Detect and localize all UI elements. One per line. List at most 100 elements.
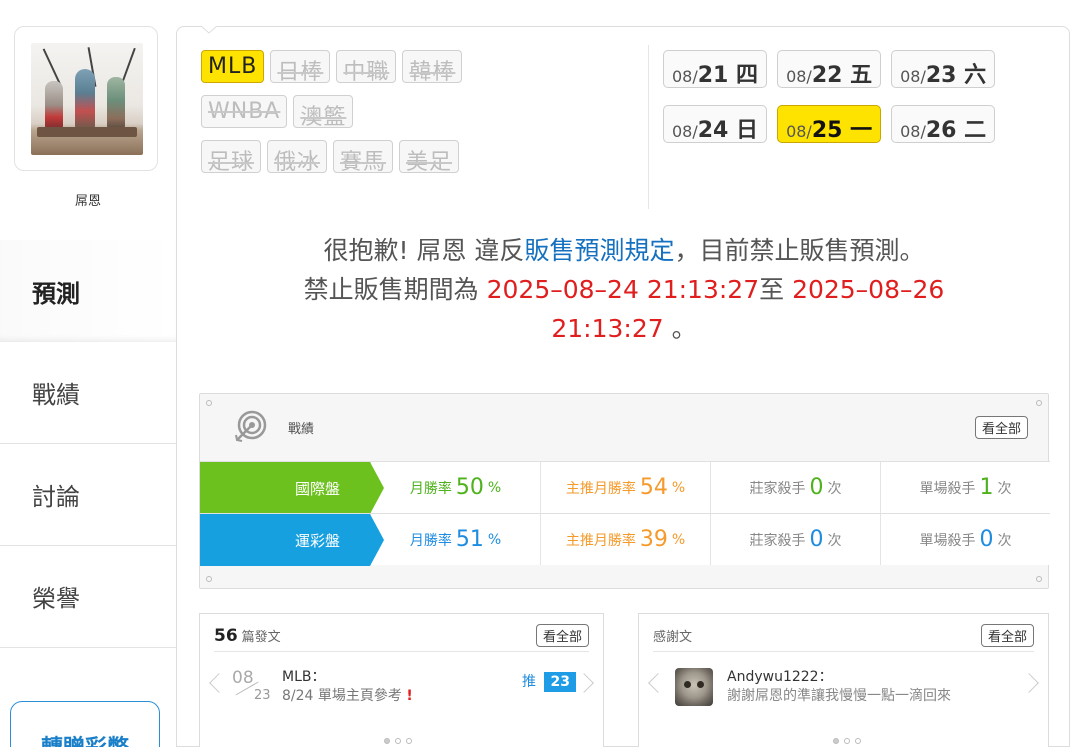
- sales-rules-link[interactable]: 販售預測規定: [524, 236, 674, 265]
- stats-panel: 戰績 看全部 國際盤 月勝率 50% 主推月勝率 54% 莊家殺手 0 次 單場殺手 1 次…: [199, 393, 1050, 589]
- date-month: 08/: [900, 67, 926, 86]
- tab-kbo[interactable]: 韓棒: [402, 50, 463, 85]
- prev-arrow-icon[interactable]: [648, 673, 668, 693]
- tab-notch-icon: [201, 26, 217, 34]
- posts-label: 篇發文: [241, 630, 281, 645]
- divider: [648, 45, 649, 209]
- cell-value: 0: [979, 527, 994, 552]
- date-weekday: 日: [736, 118, 759, 143]
- next-arrow-icon[interactable]: [574, 673, 594, 693]
- profile-page: 屌恩 預測 戰績 討論 榮譽 轉贈彩幣 MLB 日棒 中職 韓棒 WNBA 澳籃: [0, 0, 1080, 747]
- avatar[interactable]: [14, 26, 158, 171]
- notice-text: 很抱歉! 屌恩 違反: [323, 236, 525, 265]
- alert-mark-icon: !: [406, 688, 413, 704]
- cell-unit: 次: [827, 480, 842, 497]
- date-day: 21: [697, 63, 729, 88]
- tab-nbl[interactable]: 澳籃: [293, 95, 354, 130]
- date-month: 08/: [786, 122, 812, 141]
- prev-arrow-icon[interactable]: [209, 673, 229, 693]
- tab-wnba[interactable]: WNBA: [201, 95, 288, 128]
- main-panel: MLB 日棒 中職 韓棒 WNBA 澳籃 足球 俄冰 賽馬 美足 08/21 四…: [176, 26, 1070, 747]
- push-badge: 推 23: [522, 671, 576, 692]
- sidebar-item-discussion[interactable]: 討論: [0, 444, 176, 546]
- row-label-text: 國際盤: [294, 480, 340, 498]
- cell-value: 39: [639, 527, 668, 552]
- notice-text: 。: [663, 314, 697, 343]
- main-monthly-win-rate: 主推月勝率 39%: [540, 514, 710, 565]
- main-monthly-win-rate: 主推月勝率 54%: [540, 462, 710, 513]
- thanks-user[interactable]: Andywu1222：: [727, 666, 833, 686]
- thanks-box: 感謝文 看全部 Andywu1222： 謝謝屌恩的準讓我慢慢一點一滴回來: [638, 613, 1049, 747]
- tab-npb[interactable]: 日棒: [270, 50, 331, 85]
- posts-count: 56: [214, 626, 238, 646]
- corner-dot: [206, 576, 212, 582]
- date-day: 26: [925, 118, 957, 143]
- cat-avatar[interactable]: [675, 668, 713, 706]
- date-weekday: 六: [964, 63, 987, 88]
- monthly-win-rate: 月勝率 50%: [370, 462, 540, 513]
- next-arrow-icon[interactable]: [1019, 673, 1039, 693]
- date-button[interactable]: 08/26 二: [891, 105, 996, 143]
- sidebar-item-label: 討論: [32, 483, 80, 511]
- row-label: 國際盤: [200, 462, 384, 514]
- stats-row-international: 國際盤 月勝率 50% 主推月勝率 54% 莊家殺手 0 次 單場殺手 1 次: [200, 461, 1050, 514]
- sidebar-item-label: 預測: [32, 279, 80, 308]
- tab-khl[interactable]: 俄冰: [267, 140, 328, 175]
- ban-notice: 很抱歉! 屌恩 違反販售預測規定，目前禁止販售預測。 禁止販售期間為 2025–…: [177, 231, 1071, 348]
- thanks-view-all-button[interactable]: 看全部: [980, 624, 1034, 647]
- cell-value: 1: [979, 475, 994, 500]
- cell-unit: %: [487, 531, 502, 548]
- posts-title: 56 篇發文: [214, 626, 281, 646]
- sidebar-item-record[interactable]: 戰績: [0, 342, 176, 444]
- transfer-coins-button[interactable]: 轉贈彩幣: [10, 701, 160, 747]
- date-button[interactable]: 08/23 六: [891, 50, 996, 88]
- single-game-killer: 單場殺手 1 次: [880, 462, 1050, 513]
- post-league[interactable]: MLB：: [282, 666, 325, 686]
- date-day: 24: [697, 118, 729, 143]
- post-title[interactable]: 8/24 單場主頁參考 !: [282, 685, 413, 705]
- post-date: 08 23: [232, 668, 280, 708]
- single-game-killer: 單場殺手 0 次: [880, 514, 1050, 565]
- cell-label: 單場殺手: [919, 480, 976, 497]
- monthly-win-rate: 月勝率 51%: [370, 514, 540, 565]
- date-button[interactable]: 08/22 五: [777, 50, 882, 88]
- sidebar-item-predictions[interactable]: 預測: [0, 240, 176, 342]
- ban-start-time: 2025–08–24 21:13:27: [486, 275, 760, 304]
- posts-view-all-button[interactable]: 看全部: [535, 624, 589, 647]
- tab-football[interactable]: 美足: [399, 140, 460, 175]
- posts-pager: [384, 738, 412, 744]
- sport-tabs: MLB 日棒 中職 韓棒 WNBA 澳籃 足球 俄冰 賽馬 美足: [201, 50, 601, 185]
- tab-mlb[interactable]: MLB: [201, 50, 265, 83]
- cell-label: 月勝率: [409, 480, 452, 497]
- sidebar-item-label: 戰績: [32, 381, 80, 409]
- tab-cpbl[interactable]: 中職: [336, 50, 397, 85]
- avatar-image: [31, 43, 143, 155]
- cell-value: 54: [639, 475, 668, 500]
- cell-value: 51: [455, 527, 484, 552]
- stats-view-all-button[interactable]: 看全部: [974, 416, 1028, 439]
- sidebar-item-honors[interactable]: 榮譽: [0, 546, 176, 648]
- target-icon: [235, 410, 267, 442]
- cell-unit: 次: [997, 480, 1012, 497]
- ban-end-time: 21:13:27: [551, 314, 664, 343]
- cell-value: 0: [809, 527, 824, 552]
- notice-text: ，目前禁止販售預測。: [674, 236, 925, 265]
- notice-text: 禁止販售期間為: [303, 275, 487, 304]
- date-month: 08/: [672, 122, 698, 141]
- cell-label: 莊家殺手: [749, 480, 806, 497]
- cell-label: 主推月勝率: [565, 532, 636, 549]
- date-weekday: 四: [736, 63, 759, 88]
- tab-horse-racing[interactable]: 賽馬: [333, 140, 394, 175]
- row-label-text: 運彩盤: [294, 532, 340, 550]
- date-weekday: 二: [964, 118, 987, 143]
- date-button-selected[interactable]: 08/25 一: [777, 105, 882, 143]
- tab-soccer[interactable]: 足球: [201, 140, 262, 175]
- thanks-text[interactable]: 謝謝屌恩的準讓我慢慢一點一滴回來: [727, 685, 951, 705]
- posts-header: 56 篇發文 看全部: [214, 624, 589, 652]
- date-button[interactable]: 08/24 日: [663, 105, 768, 143]
- cell-label: 月勝率: [409, 532, 452, 549]
- cell-value: 0: [809, 475, 824, 500]
- post-date-day: 23: [254, 688, 271, 703]
- date-button[interactable]: 08/21 四: [663, 50, 768, 88]
- date-month: 08/: [900, 122, 926, 141]
